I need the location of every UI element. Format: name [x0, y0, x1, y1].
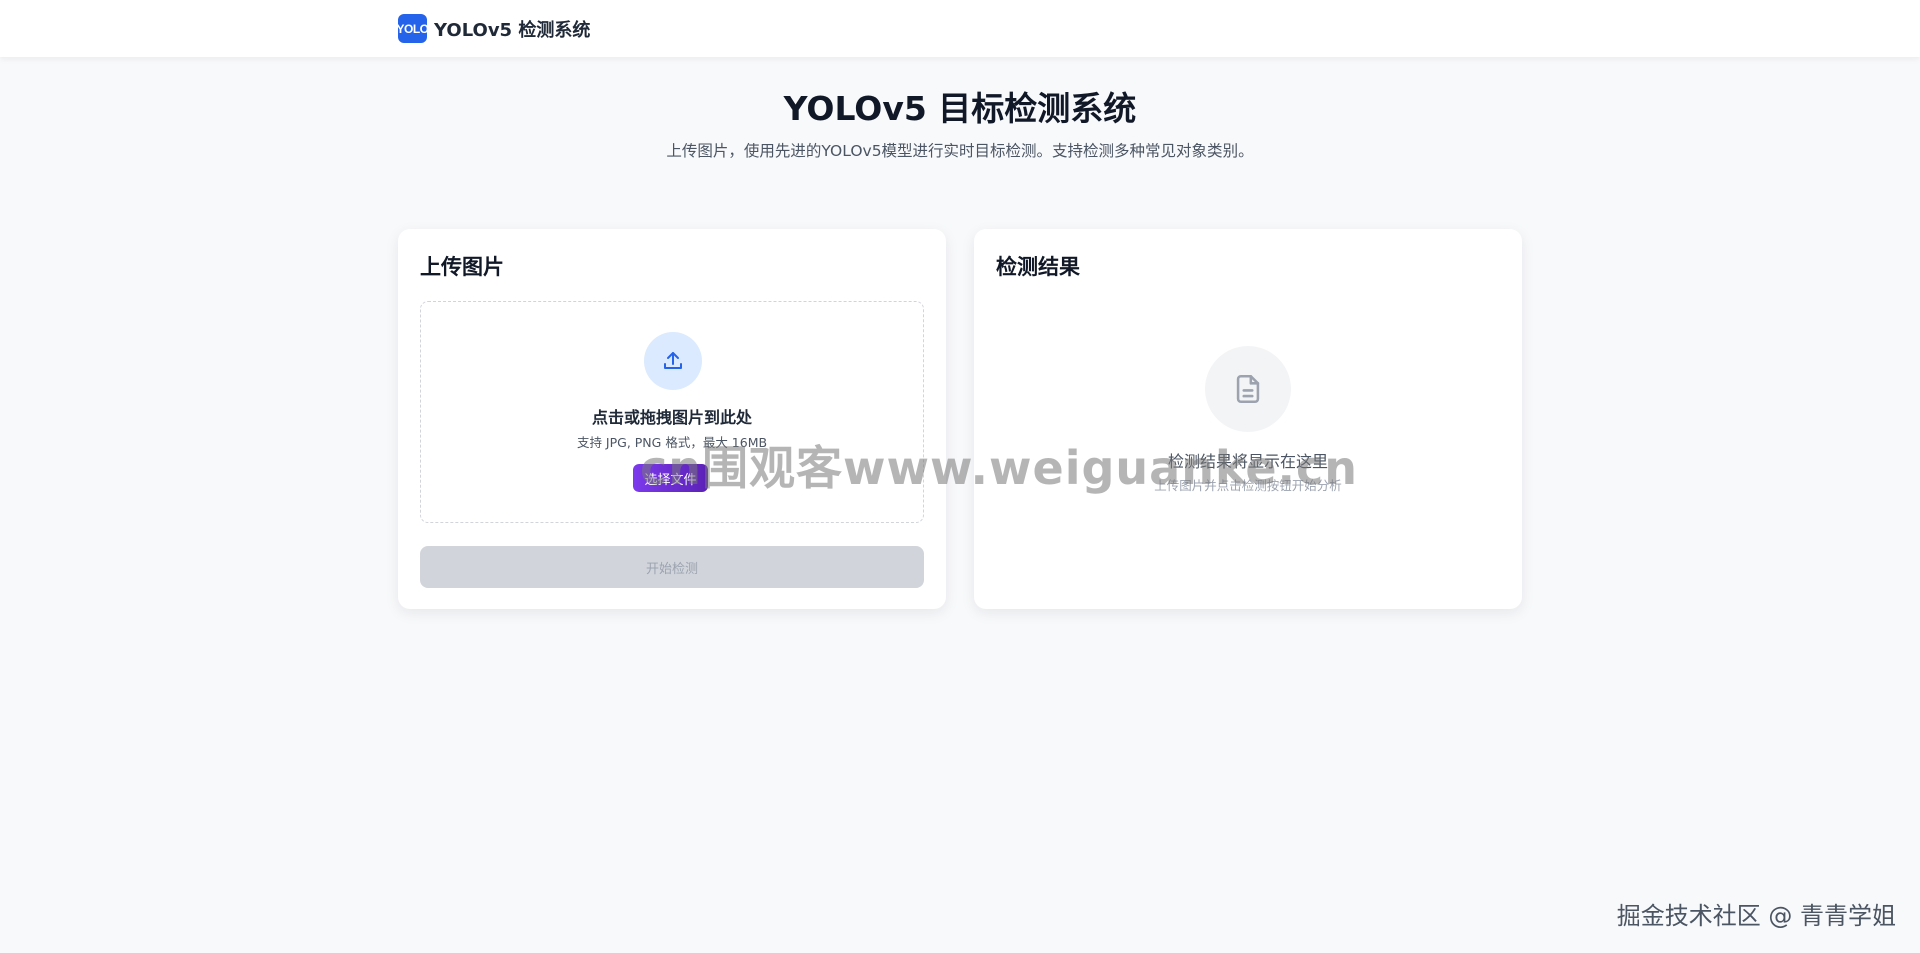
- page-title: YOLOv5 目标检测系统: [783, 89, 1137, 128]
- upload-icon: [644, 332, 702, 390]
- credit-watermark: 掘金技术社区 @ 青青学姐: [1616, 902, 1896, 930]
- result-card: 检测结果 检测结果将显示在这里 上传图片并点击检测按钮开始分析: [974, 229, 1522, 609]
- top-navbar: YOLO YOLOv5 检测系统: [0, 0, 1920, 57]
- brand-logo: YOLO: [398, 14, 427, 43]
- start-detection-button[interactable]: 开始检测: [420, 546, 924, 588]
- upload-card-title: 上传图片: [420, 255, 504, 279]
- document-icon: [1205, 346, 1291, 432]
- upload-card: 上传图片 点击或拖拽图片到此处 支持 JPG, PNG 格式，最大 16MB 选…: [398, 229, 946, 609]
- result-card-title: 检测结果: [996, 255, 1080, 279]
- watermark-overlay: cn围观客www.weiguanke.cn: [640, 441, 1359, 495]
- brand[interactable]: YOLO YOLOv5 检测系统: [398, 14, 590, 43]
- page-subtitle: 上传图片，使用先进的YOLOv5模型进行实时目标检测。支持检测多种常见对象类别。: [666, 142, 1254, 160]
- dropzone-title: 点击或拖拽图片到此处: [591, 408, 752, 427]
- brand-name: YOLOv5 检测系统: [434, 19, 591, 41]
